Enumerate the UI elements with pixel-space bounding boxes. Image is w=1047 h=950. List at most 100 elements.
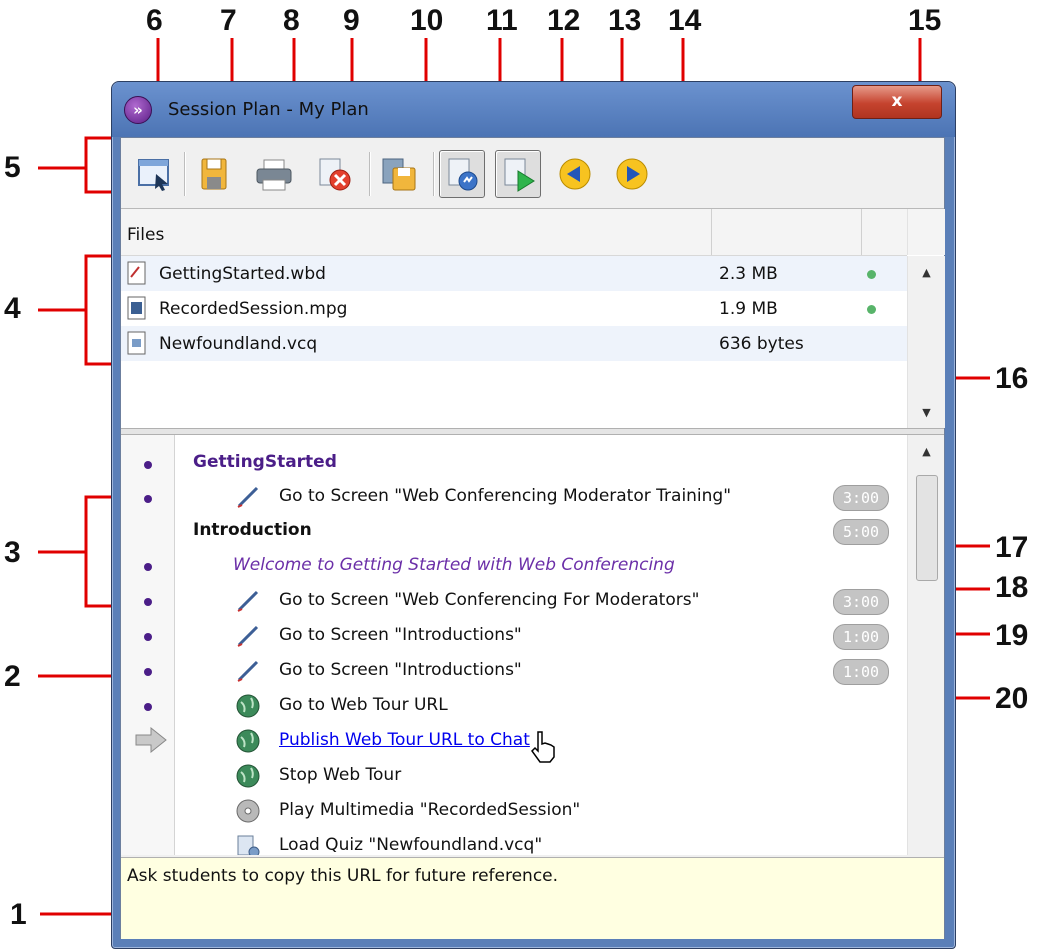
quiz-icon xyxy=(237,835,260,855)
row-marker-dot[interactable] xyxy=(144,703,152,711)
plan-item-current[interactable]: Publish Web Tour URL to Chat xyxy=(175,724,905,763)
plan-item[interactable]: Go to Screen "Introductions" 1:00 xyxy=(175,619,905,653)
pen-icon xyxy=(237,486,259,508)
file-row[interactable]: GettingStarted.wbd 2.3 MB xyxy=(121,256,907,291)
delete-button[interactable] xyxy=(311,150,357,198)
row-marker-dot[interactable] xyxy=(144,563,152,571)
file-name: RecordedSession.mpg xyxy=(159,299,348,319)
plan-item-label: Go to Screen "Web Conferencing Moderator… xyxy=(279,486,732,506)
time-badge: 3:00 xyxy=(833,485,889,511)
printer-icon xyxy=(256,159,292,191)
toolbar xyxy=(121,138,944,209)
plan-item-label: Go to Screen "Introductions" xyxy=(279,625,522,645)
plan-item-label: Play Multimedia "RecordedSession" xyxy=(279,800,581,820)
plan-item[interactable]: Go to Web Tour URL xyxy=(175,689,905,723)
file-size: 2.3 MB xyxy=(719,264,778,284)
plan-item[interactable]: Go to Screen "Introductions" 1:00 xyxy=(175,654,905,688)
save-button[interactable] xyxy=(191,150,237,198)
window-client-area: Files GettingStarted.wbd 2.3 MB Recorded… xyxy=(120,137,945,939)
app-logo-icon: » xyxy=(124,96,152,124)
play-document-icon xyxy=(504,158,535,192)
quiz-file-icon xyxy=(127,331,146,355)
whiteboard-file-icon xyxy=(127,261,146,285)
scroll-up-arrow-icon[interactable]: ▲ xyxy=(908,445,944,458)
plan-item-label: Go to Web Tour URL xyxy=(279,695,448,715)
row-marker-dot[interactable] xyxy=(144,668,152,676)
video-file-icon xyxy=(127,296,146,320)
scroll-down-arrow-icon[interactable]: ▼ xyxy=(908,406,945,419)
notes-text: Ask students to copy this URL for future… xyxy=(127,866,559,886)
time-badge: 1:00 xyxy=(833,624,889,650)
files-header-corner xyxy=(907,209,945,255)
time-badge: 3:00 xyxy=(833,589,889,615)
plan-item-label: Stop Web Tour xyxy=(279,765,402,785)
toolbar-separator xyxy=(433,152,434,196)
files-column-header[interactable]: Files xyxy=(127,225,164,245)
hand-document-icon xyxy=(448,158,478,191)
save-all-button[interactable] xyxy=(376,150,422,198)
scrollbar-thumb[interactable] xyxy=(916,475,938,581)
row-marker-dot[interactable] xyxy=(144,598,152,606)
print-button[interactable] xyxy=(251,150,297,198)
globe-icon xyxy=(236,764,260,788)
plan-item[interactable]: Go to Screen "Web Conferencing For Moder… xyxy=(175,584,905,618)
files-scrollbar[interactable]: ▲ ▼ xyxy=(907,256,945,428)
row-marker-dot[interactable] xyxy=(144,633,152,641)
plan-item-label: Go to Screen "Introductions" xyxy=(279,660,522,680)
file-row[interactable]: RecordedSession.mpg 1.9 MB xyxy=(121,291,907,326)
delete-document-icon xyxy=(319,158,351,191)
column-separator[interactable] xyxy=(861,209,862,255)
save-files-icon xyxy=(382,158,416,191)
plan-item-label: Introduction xyxy=(193,520,312,540)
time-badge: 5:00 xyxy=(833,519,889,545)
plan-item[interactable]: Load Quiz "Newfoundland.vcq" xyxy=(175,829,905,855)
floppy-disk-icon xyxy=(201,158,227,190)
column-separator[interactable] xyxy=(711,209,712,255)
next-button[interactable] xyxy=(609,150,655,198)
plan-item-label: Go to Screen "Web Conferencing For Moder… xyxy=(279,590,700,610)
toolbar-separator xyxy=(184,152,185,196)
current-step-arrow-icon xyxy=(135,727,167,753)
select-area-button[interactable] xyxy=(131,150,177,198)
toolbar-separator xyxy=(369,152,370,196)
plan-item-link[interactable]: Publish Web Tour URL to Chat xyxy=(279,730,530,750)
file-row[interactable]: Newfoundland.vcq 636 bytes xyxy=(121,326,907,361)
close-button[interactable]: x xyxy=(852,85,942,119)
plan-item[interactable]: Play Multimedia "RecordedSession" xyxy=(175,794,905,828)
row-marker-dot[interactable] xyxy=(144,461,152,469)
auto-play-button[interactable] xyxy=(495,150,541,198)
scroll-up-arrow-icon[interactable]: ▲ xyxy=(908,266,945,279)
plan-item[interactable]: GettingStarted xyxy=(175,446,905,480)
row-marker-dot[interactable] xyxy=(144,495,152,503)
plan-pane: GettingStarted Go to Screen "Web Confere… xyxy=(121,435,944,855)
plan-scrollbar[interactable]: ▲ xyxy=(907,435,944,855)
manual-mode-button[interactable] xyxy=(439,150,485,198)
notes-panel[interactable]: Ask students to copy this URL for future… xyxy=(121,857,944,939)
disc-icon xyxy=(236,799,260,823)
file-size: 636 bytes xyxy=(719,334,804,354)
files-header: Files xyxy=(121,209,907,256)
pen-icon xyxy=(237,590,259,612)
previous-button[interactable] xyxy=(552,150,598,198)
arrow-left-icon xyxy=(559,158,591,190)
plan-item-label: Welcome to Getting Started with Web Conf… xyxy=(233,555,675,575)
plan-item[interactable]: Go to Screen "Web Conferencing Moderator… xyxy=(175,480,905,514)
title-bar[interactable]: » Session Plan - My Plan x xyxy=(112,82,955,137)
time-badge: 1:00 xyxy=(833,659,889,685)
plan-item-label: GettingStarted xyxy=(193,452,337,472)
pen-icon xyxy=(237,625,259,647)
files-pane: Files GettingStarted.wbd 2.3 MB Recorded… xyxy=(121,209,945,428)
file-name: Newfoundland.vcq xyxy=(159,334,318,354)
select-area-icon xyxy=(138,159,169,191)
pen-icon xyxy=(237,660,259,682)
session-plan-window: » Session Plan - My Plan x Files Getting… xyxy=(111,81,956,949)
window-title: Session Plan - My Plan xyxy=(168,99,369,120)
plan-item-label: Load Quiz "Newfoundland.vcq" xyxy=(279,835,543,855)
globe-icon xyxy=(236,694,260,718)
plan-item[interactable]: Welcome to Getting Started with Web Conf… xyxy=(175,549,905,583)
pane-splitter[interactable] xyxy=(121,428,944,435)
loaded-status-indicator xyxy=(867,305,876,314)
arrow-right-icon xyxy=(616,158,648,190)
plan-item[interactable]: Introduction 5:00 xyxy=(175,514,905,548)
plan-item[interactable]: Stop Web Tour xyxy=(175,759,905,793)
